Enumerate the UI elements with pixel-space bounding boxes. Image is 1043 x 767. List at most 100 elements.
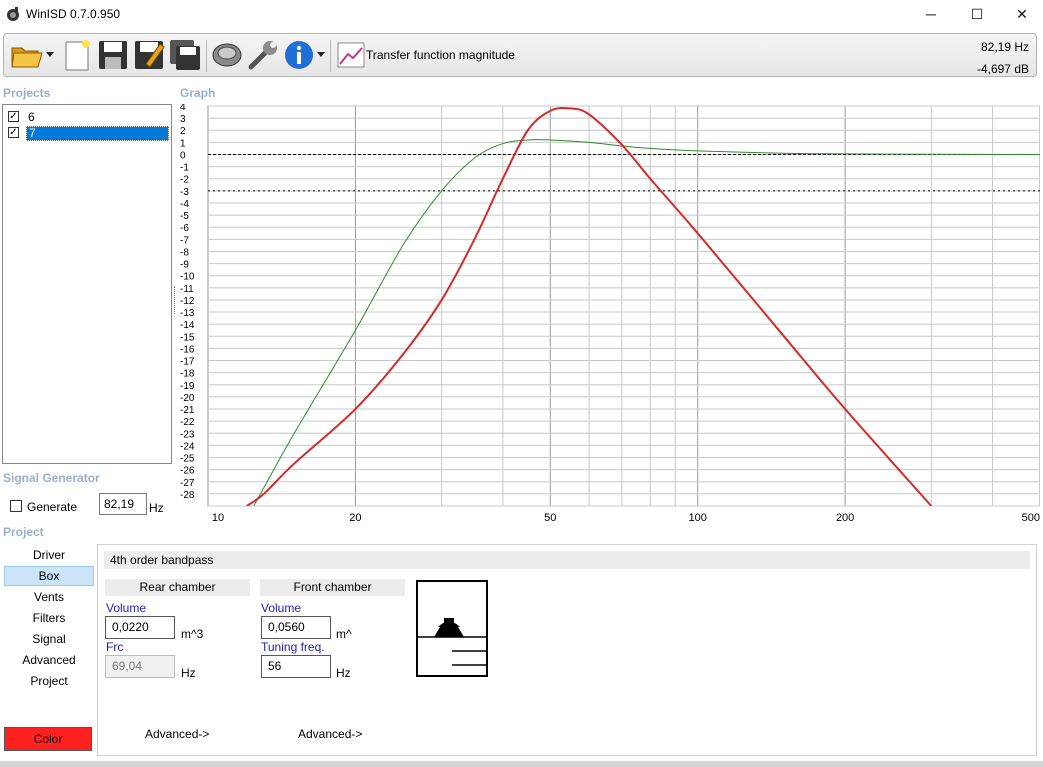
y-tick-label: -9 — [180, 260, 189, 271]
y-tick-label: -11 — [180, 284, 194, 295]
new-file-icon[interactable] — [60, 38, 94, 72]
app-logo-icon — [7, 7, 19, 21]
title-bar — [0, 0, 1043, 30]
save-as-icon[interactable] — [132, 38, 166, 72]
y-tick-label: -20 — [180, 393, 195, 404]
cursor-level-readout: -4,697 dB — [976, 62, 1029, 76]
x-tick-label: 100 — [689, 512, 707, 524]
x-tick-label: 10 — [212, 512, 224, 524]
project-item[interactable]: ✓ 6 — [6, 110, 171, 125]
front-volume-label: Volume — [261, 601, 302, 615]
close-button[interactable]: ✕ — [999, 0, 1043, 28]
tuning-freq-input[interactable]: 56 — [261, 655, 331, 678]
tools-icon[interactable] — [246, 38, 280, 72]
maximize-button[interactable]: ☐ — [954, 0, 1000, 28]
tuning-freq-label: Tuning freq. — [261, 640, 325, 654]
bandpass-box-diagram-icon — [416, 580, 488, 677]
save-icon[interactable] — [96, 38, 130, 72]
nav-signal[interactable]: Signal — [4, 629, 94, 649]
project-section-title: Project — [3, 525, 44, 539]
graph-icon[interactable] — [336, 40, 366, 70]
y-tick-label: -28 — [180, 490, 195, 501]
y-tick-label: -10 — [180, 272, 195, 283]
nav-filters[interactable]: Filters — [4, 608, 94, 628]
y-tick-label: 2 — [180, 126, 186, 137]
y-tick-label: -17 — [180, 357, 195, 368]
cursor-frequency-readout: 82,19 Hz — [980, 40, 1029, 54]
toolbar — [3, 33, 1037, 77]
project-label[interactable]: 7 — [26, 126, 169, 141]
x-tick-label: 200 — [836, 512, 854, 524]
y-tick-label: -18 — [180, 369, 195, 380]
y-tick-label: -27 — [180, 478, 195, 489]
nav-project[interactable]: Project — [4, 671, 94, 691]
nav-box[interactable]: Box — [4, 566, 94, 586]
x-tick-label: 500 — [1022, 512, 1040, 524]
x-tick-label: 50 — [544, 512, 556, 524]
y-tick-label: -7 — [180, 235, 189, 246]
front-volume-unit: m^ — [336, 627, 352, 641]
projects-title: Projects — [3, 86, 51, 100]
generate-label[interactable]: Generate — [27, 500, 77, 514]
graph-title: Graph — [180, 86, 216, 100]
y-tick-label: -22 — [180, 417, 195, 428]
save-all-icon[interactable] — [168, 38, 202, 72]
box-panel — [97, 544, 1037, 756]
rear-volume-label: Volume — [106, 601, 147, 615]
project-label[interactable]: 6 — [26, 110, 35, 125]
rear-advanced-link[interactable]: Advanced-> — [145, 727, 209, 741]
color-button[interactable]: Color — [4, 727, 92, 751]
toolbar-separator — [206, 40, 207, 72]
project-checkbox[interactable]: ✓ — [8, 111, 19, 122]
y-tick-label: 0 — [180, 150, 186, 161]
frc-unit: Hz — [181, 666, 196, 680]
y-tick-label: -23 — [180, 429, 195, 440]
y-tick-label: 4 — [180, 104, 186, 113]
info-dropdown-icon[interactable] — [317, 52, 325, 58]
y-tick-label: -19 — [180, 381, 195, 392]
y-tick-label: -2 — [180, 175, 189, 186]
y-tick-label: -6 — [180, 223, 189, 234]
status-strip — [0, 761, 1043, 767]
y-tick-label: -21 — [180, 405, 195, 416]
front-volume-input[interactable]: 0,0560 — [261, 616, 331, 639]
rear-volume-unit: m^3 — [181, 627, 204, 641]
y-tick-label: -24 — [180, 441, 195, 452]
minimize-button[interactable]: ─ — [908, 0, 954, 28]
tuning-freq-unit: Hz — [336, 666, 351, 680]
transfer-function-chart[interactable]: 43210-1-2-3-4-5-6-7-8-9-10-11-12-13-14-1… — [176, 104, 1040, 524]
y-tick-label: -26 — [180, 466, 195, 477]
x-tick-label: 20 — [349, 512, 361, 524]
window-title: WinISD 0.7.0.950 — [26, 7, 121, 21]
generator-unit: Hz — [149, 501, 164, 515]
generate-checkbox[interactable] — [10, 500, 22, 512]
y-tick-label: -14 — [180, 320, 195, 331]
projects-list[interactable]: ✓ 6 ✓ 7 — [2, 104, 172, 464]
rear-chamber-header: Rear chamber — [105, 579, 250, 596]
nav-driver[interactable]: Driver — [4, 545, 94, 565]
y-tick-label: -3 — [180, 187, 189, 198]
nav-vents[interactable]: Vents — [4, 587, 94, 607]
driver-icon[interactable] — [210, 38, 244, 72]
y-tick-label: -5 — [180, 211, 189, 222]
y-tick-label: -15 — [180, 332, 195, 343]
front-chamber-header: Front chamber — [260, 579, 405, 596]
y-tick-label: -8 — [180, 247, 189, 258]
y-tick-label: -16 — [180, 344, 195, 355]
frc-input: 69,04 — [105, 655, 175, 678]
y-tick-label: -13 — [180, 308, 195, 319]
info-icon[interactable] — [282, 38, 316, 72]
y-tick-label: 3 — [180, 114, 186, 125]
project-item-selected[interactable]: ✓ 7 — [6, 126, 171, 141]
toolbar-separator — [330, 40, 331, 72]
graph-type-label[interactable]: Transfer function magnitude — [366, 48, 515, 62]
y-tick-label: -25 — [180, 454, 195, 465]
nav-advanced[interactable]: Advanced — [4, 650, 94, 670]
rear-volume-input[interactable]: 0,0220 — [105, 616, 175, 639]
front-advanced-link[interactable]: Advanced-> — [298, 727, 362, 741]
project-checkbox[interactable]: ✓ — [8, 127, 19, 138]
open-folder-icon[interactable] — [10, 38, 44, 72]
generator-frequency-input[interactable]: 82,19 — [99, 493, 147, 515]
y-tick-label: -4 — [180, 199, 189, 210]
open-dropdown-icon[interactable] — [46, 52, 54, 58]
